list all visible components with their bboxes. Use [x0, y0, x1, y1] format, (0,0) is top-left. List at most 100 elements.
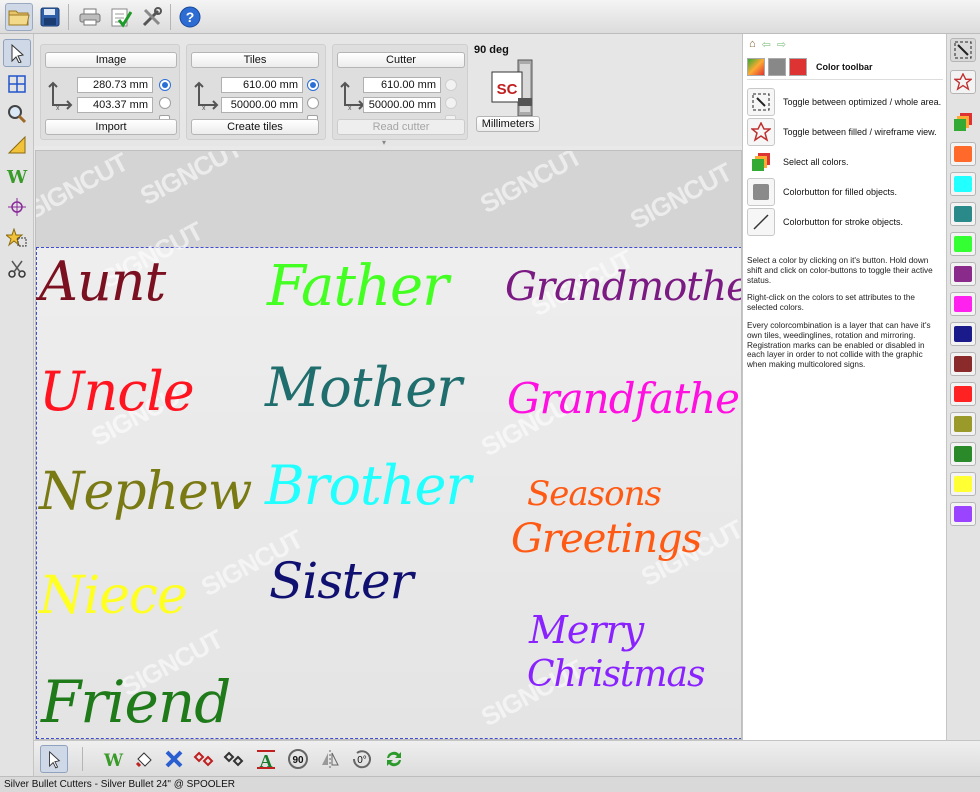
- open-folder-icon[interactable]: [5, 3, 33, 31]
- gray-swatch-icon[interactable]: [768, 57, 786, 76]
- color-swatch[interactable]: [950, 292, 976, 316]
- word-uncle[interactable]: Uncle: [39, 360, 195, 423]
- units-button[interactable]: Millimeters: [476, 116, 540, 132]
- wireframe-toggle-icon[interactable]: [950, 70, 976, 94]
- word-grandfather[interactable]: Grandfather: [507, 374, 741, 423]
- star-select-icon[interactable]: [3, 224, 31, 252]
- grid-tool-icon[interactable]: [3, 70, 31, 98]
- signcut-logo[interactable]: SC: [484, 58, 544, 118]
- measure-tool-icon[interactable]: [3, 131, 31, 159]
- star-wireframe-icon[interactable]: [747, 118, 775, 146]
- tiles-x-field[interactable]: 610.00 mm: [221, 77, 303, 93]
- rotate-90-icon[interactable]: 90: [284, 745, 312, 773]
- word-christmas[interactable]: Christmas: [527, 654, 705, 695]
- stroke-colorbutton-icon[interactable]: [747, 208, 775, 236]
- back-arrow-icon[interactable]: ⇦: [762, 38, 771, 51]
- select-all-row: Select all colors.: [747, 148, 849, 176]
- tiles-button[interactable]: Tiles: [191, 52, 319, 68]
- cutter-x-field[interactable]: 610.00 mm: [363, 77, 441, 93]
- optimize-area-text: Toggle between optimized / whole area.: [783, 97, 942, 107]
- color-swatch[interactable]: [950, 202, 976, 226]
- filled-colorbutton-icon[interactable]: [747, 178, 775, 206]
- select-all-colors-icon[interactable]: [747, 148, 775, 176]
- cutter-y-field[interactable]: 50000.00 mm: [363, 97, 441, 113]
- word-niece[interactable]: Niece: [39, 566, 188, 626]
- forward-arrow-icon[interactable]: ⇨: [777, 38, 786, 51]
- diamond-nodes-icon[interactable]: [190, 745, 218, 773]
- weed-tool-icon[interactable]: W: [3, 162, 31, 190]
- import-button[interactable]: Import: [45, 119, 177, 135]
- image-radio-middle[interactable]: [159, 97, 171, 109]
- select-all-text: Select all colors.: [783, 157, 849, 167]
- image-button[interactable]: Image: [45, 52, 177, 68]
- weed-tool-icon[interactable]: W: [100, 745, 128, 773]
- help-icon[interactable]: ?: [176, 3, 204, 31]
- word-seasons[interactable]: Seasons: [527, 474, 662, 514]
- select-all-colors-icon[interactable]: [950, 110, 976, 134]
- create-tiles-button[interactable]: Create tiles: [191, 119, 319, 135]
- read-cutter-button[interactable]: Read cutter: [337, 119, 465, 135]
- color-swatch[interactable]: [950, 322, 976, 346]
- red-swatch-icon[interactable]: [789, 57, 807, 76]
- design-canvas[interactable]: SIGNCUT SIGNCUT SIGNCUT SIGNCUT SIGNCUT …: [35, 150, 742, 740]
- delete-icon[interactable]: [160, 745, 188, 773]
- color-swatch[interactable]: [950, 352, 976, 376]
- color-swatch[interactable]: [950, 382, 976, 406]
- print-icon[interactable]: [76, 3, 104, 31]
- color-chip: [954, 176, 972, 192]
- save-icon[interactable]: [36, 3, 64, 31]
- image-y-field[interactable]: 403.37 mm: [77, 97, 153, 113]
- word-merry[interactable]: Merry: [529, 608, 644, 652]
- media-sheet[interactable]: SIGNCUT SIGNCUT SIGNCUT SIGNCUT SIGNCUT …: [36, 216, 741, 739]
- cutter-radio-top[interactable]: [445, 79, 457, 91]
- zoom-tool-icon[interactable]: [3, 100, 31, 128]
- tiles-y-field[interactable]: 50000.00 mm: [221, 97, 303, 113]
- rotation-label: 90 deg: [474, 44, 509, 56]
- optimize-toggle-icon[interactable]: [950, 38, 976, 62]
- cutter-button[interactable]: Cutter: [337, 52, 465, 68]
- color-swatch[interactable]: [950, 172, 976, 196]
- pointer-tool-icon[interactable]: [3, 39, 31, 67]
- diamond-outline-icon[interactable]: [220, 745, 248, 773]
- word-grandmother[interactable]: Grandmother: [505, 264, 741, 310]
- rotate-0-icon[interactable]: 0°: [348, 745, 376, 773]
- color-swatch[interactable]: [950, 262, 976, 286]
- image-radio-top[interactable]: [159, 79, 171, 91]
- optimize-area-icon[interactable]: [747, 88, 775, 116]
- word-friend[interactable]: Friend: [41, 668, 231, 736]
- word-brother[interactable]: Brother: [265, 454, 471, 517]
- mirror-icon[interactable]: [316, 745, 344, 773]
- bottom-toolbar: W A 90 0°: [34, 740, 980, 776]
- color-swatch[interactable]: [950, 442, 976, 466]
- color-swatch[interactable]: [950, 502, 976, 526]
- status-bar: Silver Bullet Cutters - Silver Bullet 24…: [0, 776, 980, 792]
- tiles-radio-middle[interactable]: [307, 97, 319, 109]
- refresh-icon[interactable]: [380, 745, 408, 773]
- svg-text:W: W: [103, 751, 124, 769]
- text-tool-icon[interactable]: A: [252, 745, 280, 773]
- cutter-radio-middle[interactable]: [445, 97, 457, 109]
- scissors-icon[interactable]: [3, 255, 31, 283]
- checklist-icon[interactable]: [107, 3, 135, 31]
- color-swatch[interactable]: [950, 472, 976, 496]
- word-father[interactable]: Father: [267, 254, 449, 319]
- registration-mark-icon[interactable]: [3, 193, 31, 221]
- word-mother[interactable]: Mother: [265, 356, 462, 419]
- paint-bucket-icon[interactable]: [130, 745, 158, 773]
- word-nephew[interactable]: Nephew: [39, 462, 252, 522]
- color-swatch[interactable]: [950, 142, 976, 166]
- panel-collapse-handle[interactable]: ▾: [382, 139, 390, 147]
- color-layers-icon[interactable]: [747, 57, 765, 76]
- tools-icon[interactable]: [138, 3, 166, 31]
- tiles-radio-top[interactable]: [307, 79, 319, 91]
- pointer-tool-icon[interactable]: [40, 745, 68, 773]
- color-swatch[interactable]: [950, 232, 976, 256]
- word-aunt[interactable]: Aunt: [39, 250, 166, 313]
- color-swatch[interactable]: [950, 412, 976, 436]
- xy-axes-icon: x: [340, 81, 365, 111]
- home-icon[interactable]: ⌂: [749, 38, 756, 51]
- word-sister[interactable]: Sister: [269, 552, 413, 610]
- word-greetings[interactable]: Greetings: [511, 516, 702, 562]
- image-x-field[interactable]: 280.73 mm: [77, 77, 153, 93]
- color-chip: [954, 476, 972, 492]
